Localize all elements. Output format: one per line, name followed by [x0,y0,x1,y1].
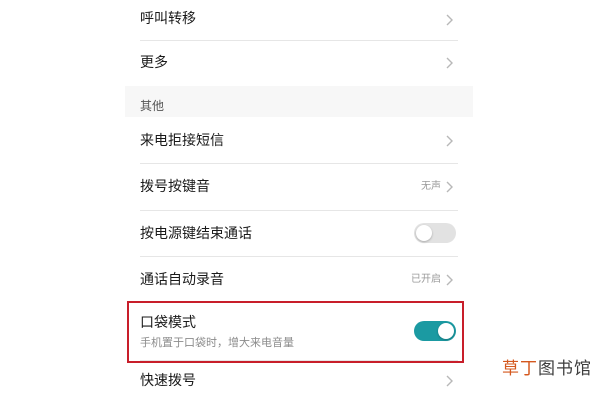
watermark-text-part2: 图书馆 [538,359,592,379]
dial-tone-value: 无声 [421,181,441,192]
more-label: 更多 [140,55,168,71]
speed-dial-row[interactable]: 快速拨号 [125,361,473,400]
auto-record-value: 已开启 [411,274,441,285]
auto-record-label: 通话自动录音 [140,272,224,288]
chevron-right-icon [441,373,457,389]
chevron-right-icon [441,55,457,71]
watermark-text-part1: 草丁 [502,359,538,379]
dial-tone-row[interactable]: 拨号按键音 无声 [125,164,473,211]
settings-panel: 呼叫转移 更多 其他 来电拒接短信 拨号按键音 无声 按电源键结束通话 通话自动… [125,0,473,400]
power-end-call-toggle[interactable] [414,223,456,243]
pocket-mode-row: 口袋模式 手机置于口袋时，增大来电音量 [125,303,473,361]
chevron-right-icon [441,12,457,28]
chevron-right-icon [441,272,457,288]
pocket-mode-description: 手机置于口袋时，增大来电音量 [140,336,294,349]
settings-page: 呼叫转移 更多 其他 来电拒接短信 拨号按键音 无声 按电源键结束通话 通话自动… [0,0,600,400]
reject-sms-row[interactable]: 来电拒接短信 [125,117,473,164]
more-row[interactable]: 更多 [125,41,473,86]
watermark-logo: 草丁图书馆 [502,354,592,379]
dial-tone-label: 拨号按键音 [140,179,210,195]
auto-record-row[interactable]: 通话自动录音 已开启 [125,257,473,303]
call-forwarding-label: 呼叫转移 [140,11,196,27]
pocket-mode-label: 口袋模式 [140,315,196,331]
power-end-call-label: 按电源键结束通话 [140,226,252,242]
chevron-right-icon [441,179,457,195]
call-forwarding-row[interactable]: 呼叫转移 [125,0,473,41]
power-end-call-row: 按电源键结束通话 [125,211,473,257]
toggle-knob [438,323,454,339]
reject-sms-label: 来电拒接短信 [140,133,224,149]
speed-dial-label: 快速拨号 [140,373,196,389]
toggle-knob [416,225,432,241]
pocket-mode-toggle[interactable] [414,321,456,341]
section-header-other: 其他 [140,99,165,113]
chevron-right-icon [441,133,457,149]
